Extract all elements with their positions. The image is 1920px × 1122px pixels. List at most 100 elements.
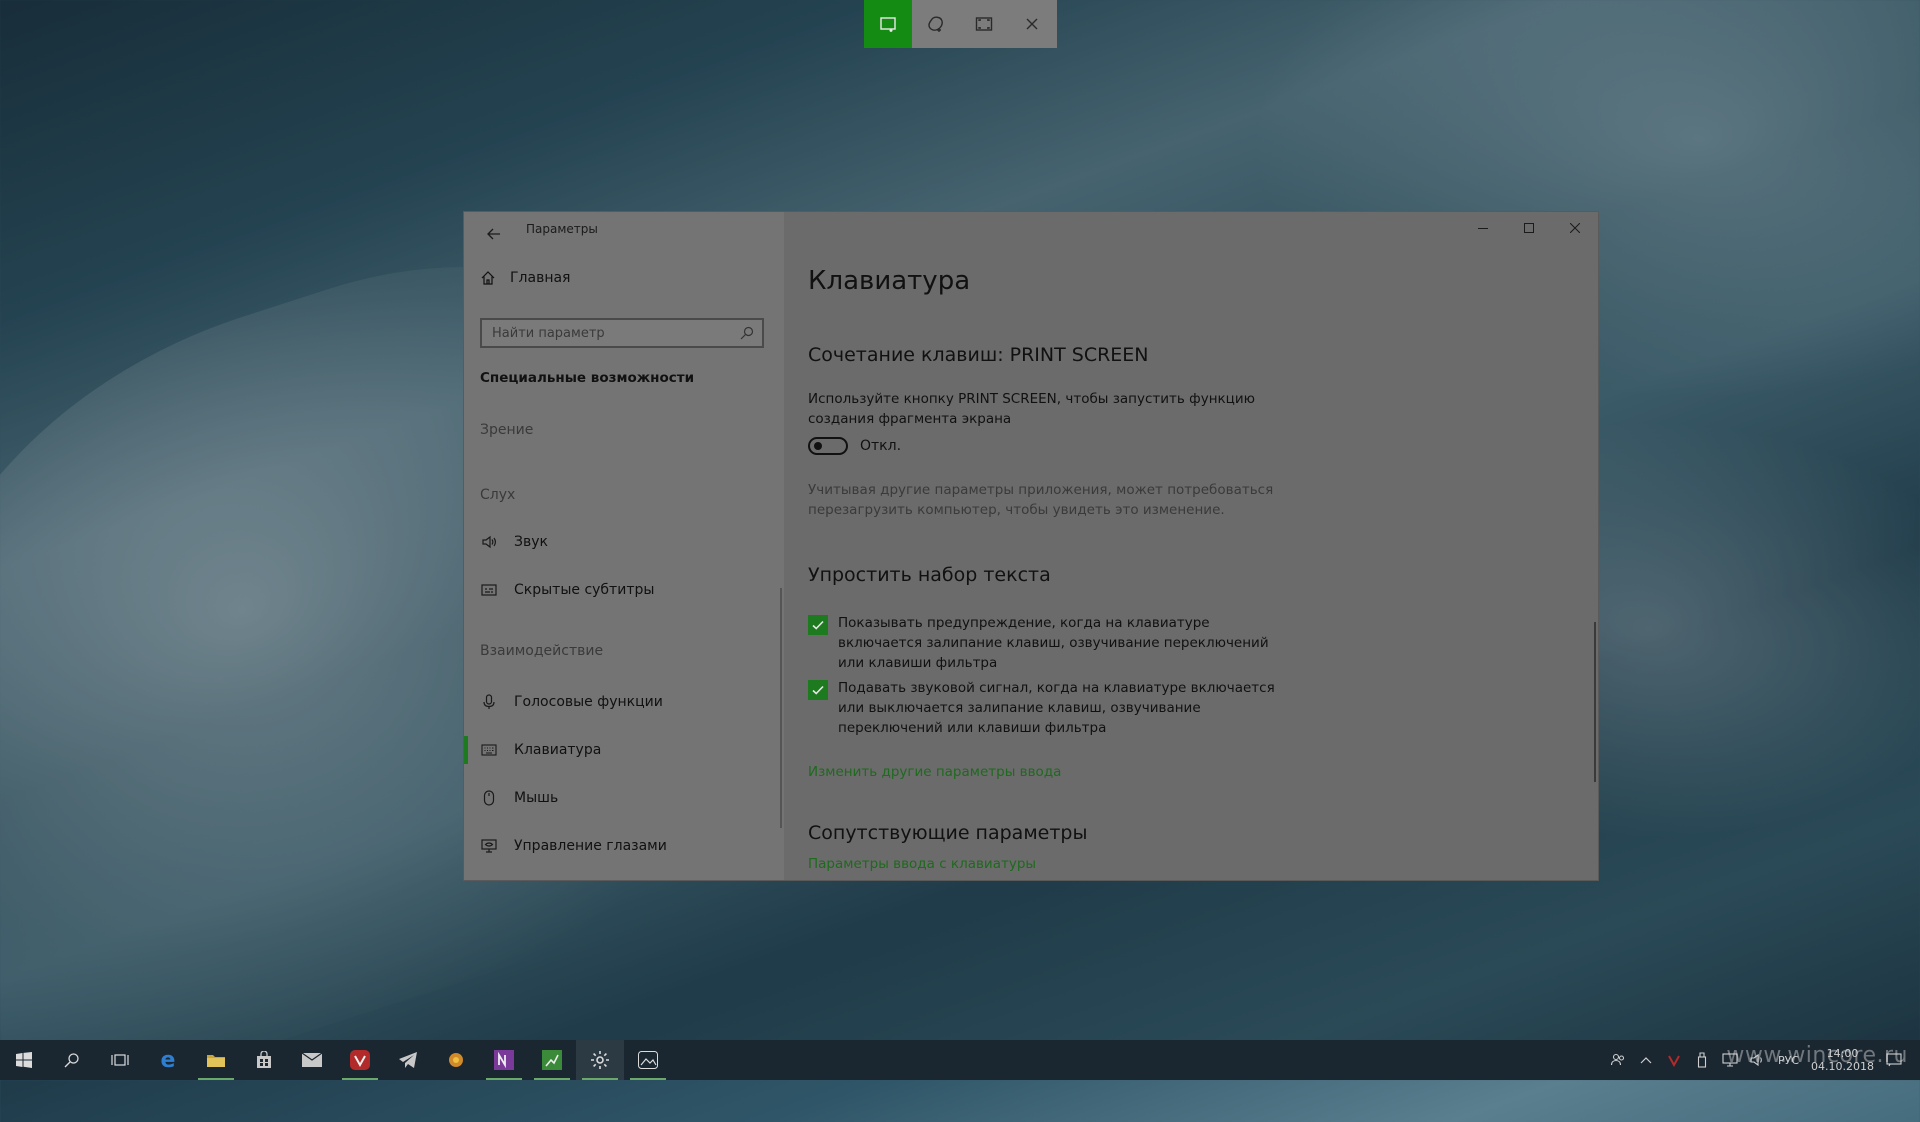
sidebar-item-sound[interactable]: Звук: [480, 530, 548, 554]
back-button[interactable]: [478, 218, 510, 250]
checkmark-icon: [812, 685, 824, 695]
back-arrow-icon: [487, 228, 500, 240]
toggle-state-label: Откл.: [860, 438, 902, 454]
sticky-keys-warning-option[interactable]: Показывать предупреждение, когда на клав…: [808, 613, 1278, 673]
mail-taskbar-app[interactable]: [288, 1040, 336, 1080]
sheets-taskbar-app[interactable]: [528, 1040, 576, 1080]
close-icon: [1026, 18, 1038, 30]
print-screen-toggle[interactable]: Откл.: [808, 437, 901, 455]
microphone-icon: [480, 693, 498, 711]
maximize-button[interactable]: [1506, 212, 1552, 244]
folder-icon: [207, 1055, 225, 1067]
file-explorer-taskbar-app[interactable]: [192, 1040, 240, 1080]
fullscreen-snip-button[interactable]: [960, 0, 1008, 48]
search-icon: [64, 1053, 79, 1068]
home-icon: [481, 271, 495, 285]
group-label-hearing: Слух: [480, 487, 516, 503]
sidebar-item-label: Скрытые субтитры: [514, 582, 655, 598]
keyboard-icon: [480, 741, 498, 759]
captions-icon: [480, 581, 498, 599]
settings-window: Параметры Главная Специальные возможност…: [464, 212, 1598, 880]
game-icon: [449, 1053, 463, 1067]
sidebar-item-label: Голосовые функции: [514, 694, 663, 710]
window-close-button[interactable]: [1552, 212, 1598, 244]
snip-toolbar: [864, 0, 1057, 48]
people-icon[interactable]: [1610, 1052, 1626, 1068]
usb-icon[interactable]: [1694, 1052, 1710, 1068]
minimize-icon: [1478, 228, 1488, 229]
home-label: Главная: [510, 270, 571, 286]
task-view-icon: [111, 1054, 129, 1066]
vivaldi-icon: [350, 1050, 370, 1070]
main-scrollbar[interactable]: [1594, 622, 1596, 782]
related-settings-heading: Сопутствующие параметры: [808, 822, 1088, 844]
home-nav[interactable]: Главная: [480, 270, 570, 286]
group-label-vision: Зрение: [480, 422, 534, 438]
rectangular-snip-button[interactable]: [864, 0, 912, 48]
store-bag-icon: [257, 1051, 271, 1068]
section-heading: Специальные возможности: [480, 370, 695, 386]
mail-icon: [302, 1053, 322, 1067]
checkbox-label: Показывать предупреждение, когда на клав…: [838, 615, 1269, 671]
freeform-snip-button[interactable]: [912, 0, 960, 48]
onenote-icon: [494, 1050, 514, 1070]
print-screen-heading: Сочетание клавиш: PRINT SCREEN: [808, 344, 1149, 366]
vivaldi-tray-icon[interactable]: [1666, 1052, 1682, 1068]
sticky-keys-sound-option[interactable]: Подавать звуковой сигнал, когда на клави…: [808, 678, 1278, 738]
task-view-button[interactable]: [96, 1040, 144, 1080]
watermark: www.wincore.ru: [1726, 1043, 1908, 1068]
spreadsheet-icon: [542, 1050, 562, 1070]
game-taskbar-app[interactable]: [432, 1040, 480, 1080]
settings-sidebar: Параметры Главная Специальные возможност…: [464, 212, 784, 880]
edge-taskbar-app[interactable]: e: [144, 1040, 192, 1080]
settings-taskbar-app[interactable]: [576, 1040, 624, 1080]
sidebar-scrollbar[interactable]: [780, 588, 782, 828]
search-box[interactable]: [480, 318, 764, 348]
search-input[interactable]: [490, 324, 740, 342]
print-screen-description: Используйте кнопку PRINT SCREEN, чтобы з…: [808, 391, 1256, 427]
snip-close-button[interactable]: [1008, 0, 1056, 48]
search-icon[interactable]: [740, 326, 754, 340]
chevron-up-icon[interactable]: [1638, 1052, 1654, 1068]
simplify-typing-heading: Упростить набор текста: [808, 564, 1051, 586]
toggle-knob: [814, 442, 822, 450]
checkbox-checked[interactable]: [808, 615, 828, 635]
store-taskbar-app[interactable]: [240, 1040, 288, 1080]
sidebar-item-speech[interactable]: Голосовые функции: [480, 690, 663, 714]
fullscreen-snip-icon: [975, 17, 993, 31]
start-button[interactable]: [0, 1040, 48, 1080]
close-icon: [1570, 223, 1580, 233]
checkmark-icon: [812, 620, 824, 630]
settings-main-pane: Клавиатура Сочетание клавиш: PRINT SCREE…: [784, 212, 1598, 880]
checkbox-label: Подавать звуковой сигнал, когда на клави…: [838, 680, 1275, 736]
gear-icon: [591, 1051, 609, 1069]
window-controls: [1460, 212, 1598, 244]
sidebar-item-eye-control[interactable]: Управление глазами: [480, 834, 667, 858]
sidebar-item-label: Клавиатура: [514, 742, 602, 758]
sidebar-item-mouse[interactable]: Мышь: [480, 786, 558, 810]
group-label-interaction: Взаимодействие: [480, 643, 604, 659]
telegram-taskbar-app[interactable]: [384, 1040, 432, 1080]
minimize-button[interactable]: [1460, 212, 1506, 244]
checkbox-checked[interactable]: [808, 680, 828, 700]
mouse-icon: [480, 789, 498, 807]
sidebar-item-keyboard[interactable]: Клавиатура: [480, 738, 601, 762]
page-title: Клавиатура: [808, 266, 971, 296]
windows-logo-icon: [16, 1052, 32, 1068]
sidebar-item-label: Мышь: [514, 790, 559, 806]
window-title: Параметры: [526, 222, 598, 236]
edge-icon: e: [160, 1047, 176, 1073]
sidebar-item-label: Звук: [514, 534, 548, 550]
change-input-settings-link[interactable]: Изменить другие параметры ввода: [808, 764, 1061, 780]
vivaldi-taskbar-app[interactable]: [336, 1040, 384, 1080]
speaker-icon: [480, 533, 498, 551]
taskbar: e РУС 14:00 04.10.2018: [0, 1040, 1920, 1080]
keyboard-input-settings-link[interactable]: Параметры ввода с клавиатуры: [808, 856, 1036, 872]
sidebar-item-captions[interactable]: Скрытые субтитры: [480, 578, 654, 602]
taskbar-search-button[interactable]: [48, 1040, 96, 1080]
toggle-switch[interactable]: [808, 437, 848, 455]
freeform-snip-icon: [928, 16, 943, 32]
onenote-taskbar-app[interactable]: [480, 1040, 528, 1080]
photos-taskbar-app[interactable]: [624, 1040, 672, 1080]
sidebar-item-label: Управление глазами: [514, 838, 667, 854]
